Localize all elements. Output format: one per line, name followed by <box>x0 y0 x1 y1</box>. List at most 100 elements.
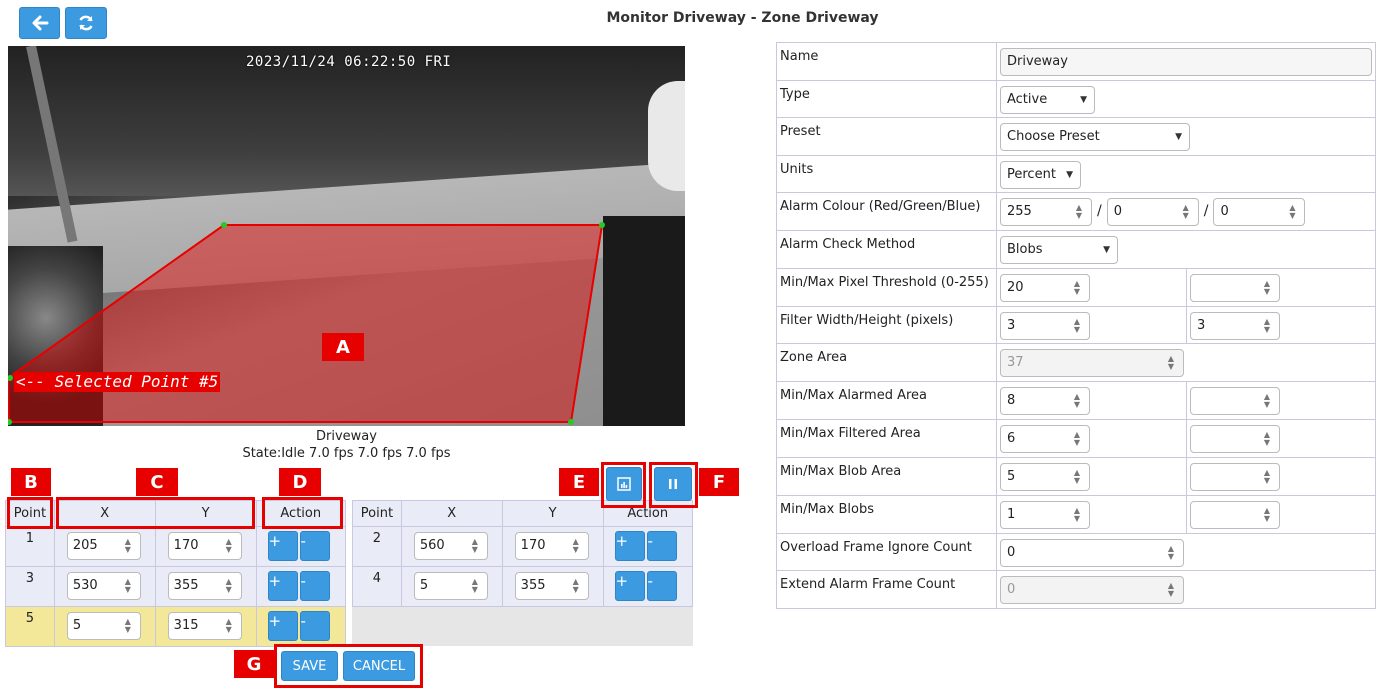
add-point-button[interactable]: + <box>614 571 645 601</box>
blobs-label: Min/Max Blobs <box>776 494 997 534</box>
point-y-input[interactable]: 355 ▲ ▼ <box>167 572 242 600</box>
table-row-selected: 5 5 ▲ ▼ 315 ▲ ▼ + - <box>5 606 347 647</box>
table-row: 4 5 ▲ ▼ 355 ▲ ▼ + - <box>352 566 694 607</box>
type-select[interactable]: Active ▼ <box>1000 85 1095 114</box>
callout-b: B <box>11 468 51 496</box>
extend-label: Extend Alarm Frame Count <box>776 570 997 609</box>
point-y-input[interactable]: 315 ▲ ▼ <box>167 612 242 640</box>
monitor-state: State:Idle 7.0 fps 7.0 fps 7.0 fps <box>242 446 451 461</box>
point-number: 1 <box>5 526 55 567</box>
callout-c: C <box>136 468 178 496</box>
preset-select[interactable]: Choose Preset ▼ <box>1000 123 1190 152</box>
zone-polygon[interactable] <box>8 46 685 426</box>
bar-chart-icon <box>617 477 631 491</box>
table-row: 2 560 ▲ ▼ 170 ▲ ▼ + - <box>352 526 694 567</box>
filtered-area-max-input[interactable]: ▲ ▼ <box>1190 424 1280 453</box>
check-method-label: Alarm Check Method <box>776 229 997 269</box>
remove-point-button[interactable]: - <box>299 571 330 601</box>
overload-label: Overload Frame Ignore Count <box>776 532 997 572</box>
overload-input[interactable]: 0 ▲ ▼ <box>1000 538 1184 567</box>
callout-e: E <box>559 468 599 496</box>
alarm-colour-label: Alarm Colour (Red/Green/Blue) <box>776 192 997 231</box>
filter-width-input[interactable]: 3 ▲ ▼ <box>1000 311 1090 340</box>
col-x: X <box>400 500 503 527</box>
zone-area-label: Zone Area <box>776 343 997 382</box>
alarmed-area-label: Min/Max Alarmed Area <box>776 380 997 420</box>
remove-point-button[interactable]: - <box>299 531 330 561</box>
camera-timestamp: 2023/11/24 06:22:50 FRI <box>246 54 452 70</box>
blobs-min-input[interactable]: 1 ▲ ▼ <box>1000 500 1090 529</box>
point-number: 3 <box>5 566 55 607</box>
callout-a: A <box>322 333 364 361</box>
zone-point-3[interactable] <box>568 419 574 425</box>
highlight-point-column <box>7 497 53 529</box>
camera-view[interactable] <box>8 46 685 426</box>
filter-label: Filter Width/Height (pixels) <box>776 305 997 345</box>
units-label: Units <box>776 154 997 194</box>
add-point-button[interactable]: + <box>267 531 298 561</box>
filter-height-input[interactable]: 3 ▲ ▼ <box>1190 311 1280 340</box>
table-row: 3 530 ▲ ▼ 355 ▲ ▼ + - <box>5 566 347 607</box>
add-point-button[interactable]: + <box>267 571 298 601</box>
filtered-area-label: Min/Max Filtered Area <box>776 418 997 458</box>
point-y-input[interactable]: 170 ▲ ▼ <box>514 532 589 560</box>
monitor-name: Driveway <box>316 429 377 444</box>
blobs-max-input[interactable]: ▲ ▼ <box>1190 500 1280 529</box>
col-y: Y <box>501 500 604 527</box>
selected-point-label: <-- Selected Point #5 <box>14 372 221 392</box>
alarm-red-input[interactable]: 255 ▲ ▼ <box>1000 198 1092 227</box>
point-number: 5 <box>5 606 55 647</box>
point-x-input[interactable]: 205 ▲ ▼ <box>66 532 141 560</box>
pause-button[interactable] <box>654 467 692 501</box>
zone-point-1[interactable] <box>221 222 227 228</box>
zone-point-2[interactable] <box>599 222 605 228</box>
highlight-action-column <box>262 497 343 529</box>
type-label: Type <box>776 79 997 119</box>
alarm-blue-input[interactable]: 0 ▲ ▼ <box>1213 198 1306 227</box>
blob-area-max-input[interactable]: ▲ ▼ <box>1190 462 1280 491</box>
blob-area-min-input[interactable]: 5 ▲ ▼ <box>1000 462 1090 491</box>
col-point: Point <box>352 500 402 527</box>
table-row: 1 205 ▲ ▼ 170 ▲ ▼ + - <box>5 526 347 567</box>
alarmed-area-min-input[interactable]: 8 ▲ ▼ <box>1000 386 1090 415</box>
callout-f: F <box>699 468 739 496</box>
remove-point-button[interactable]: - <box>646 571 677 601</box>
alarm-green-input[interactable]: 0 ▲ ▼ <box>1106 198 1199 227</box>
preset-label: Preset <box>776 117 997 156</box>
point-x-input[interactable]: 530 ▲ ▼ <box>66 572 141 600</box>
pixel-threshold-min-input[interactable]: 20 ▲ ▼ <box>1000 273 1090 302</box>
pause-icon <box>669 479 677 489</box>
add-point-button[interactable]: + <box>267 611 298 641</box>
check-method-select[interactable]: Blobs ▼ <box>1000 235 1118 264</box>
page-title: Monitor Driveway - Zone Driveway <box>606 10 879 26</box>
zone-area-input: 37 ▲ ▼ <box>1000 349 1184 378</box>
point-y-input[interactable]: 170 ▲ ▼ <box>167 532 242 560</box>
analyse-button[interactable] <box>606 467 642 501</box>
pixel-threshold-max-input[interactable]: ▲ ▼ <box>1190 273 1280 302</box>
chevron-down-icon: ▼ <box>1103 244 1110 255</box>
points-table-right: Point X Y Action 2 560 ▲ ▼ 170 ▲ ▼ + - 4 5 ▲ ▼ … <box>352 500 694 607</box>
point-y-input[interactable]: 355 ▲ ▼ <box>514 572 589 600</box>
point-x-input[interactable]: 5 ▲ ▼ <box>413 572 488 600</box>
remove-point-button[interactable]: - <box>299 611 330 641</box>
point-x-input[interactable]: 560 ▲ ▼ <box>413 532 488 560</box>
pixel-threshold-label: Min/Max Pixel Threshold (0-255) <box>776 267 997 307</box>
alarmed-area-max-input[interactable]: ▲ ▼ <box>1190 386 1280 415</box>
chevron-down-icon: ▼ <box>1175 132 1182 143</box>
units-select[interactable]: Percent ▼ <box>1000 160 1081 189</box>
point-x-input[interactable]: 5 ▲ ▼ <box>66 612 141 640</box>
name-label: Name <box>776 42 997 81</box>
chevron-down-icon: ▼ <box>1066 169 1073 180</box>
add-point-button[interactable]: + <box>614 531 645 561</box>
chevron-down-icon: ▼ <box>1080 94 1087 105</box>
callout-g: G <box>234 650 274 678</box>
point-number: 4 <box>352 566 402 607</box>
save-button[interactable]: SAVE <box>281 651 338 681</box>
zone-settings-form: Name Driveway Type Active ▼ Preset Choose… <box>776 42 1376 609</box>
name-input[interactable]: Driveway <box>1000 48 1372 76</box>
highlight-xy-columns <box>56 497 255 529</box>
remove-point-button[interactable]: - <box>646 531 677 561</box>
cancel-button[interactable]: CANCEL <box>343 651 415 681</box>
filtered-area-min-input[interactable]: 6 ▲ ▼ <box>1000 424 1090 453</box>
extend-input[interactable]: 0 ▲ ▼ <box>1000 576 1184 605</box>
